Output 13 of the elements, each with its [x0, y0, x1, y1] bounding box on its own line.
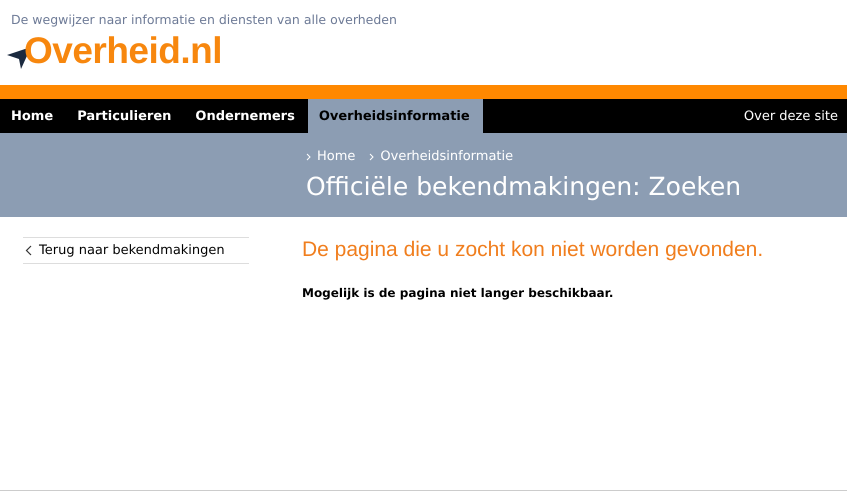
nav-tab[interactable]: Overheidsinformatie [308, 99, 483, 133]
error-message: Mogelijk is de pagina niet langer beschikbaar. [302, 286, 614, 300]
about-link[interactable]: Over deze site [744, 99, 847, 133]
page-title: Officiële bekendmakingen: Zoeken [306, 172, 742, 201]
chevron-left-icon [25, 245, 32, 256]
chevron-right-icon [306, 152, 311, 160]
nav-tab[interactable]: Particulieren [66, 99, 184, 133]
back-link[interactable]: Terug naar bekendmakingen [23, 237, 249, 264]
nav-tab[interactable]: Home [0, 99, 66, 133]
error-heading: De pagina die u zocht kon niet worden gevonden. [302, 237, 764, 262]
chevron-right-icon [369, 152, 374, 160]
tagline: De wegwijzer naar informatie en diensten van alle overheden [11, 11, 398, 27]
nav-tab[interactable]: Ondernemers [184, 99, 308, 133]
